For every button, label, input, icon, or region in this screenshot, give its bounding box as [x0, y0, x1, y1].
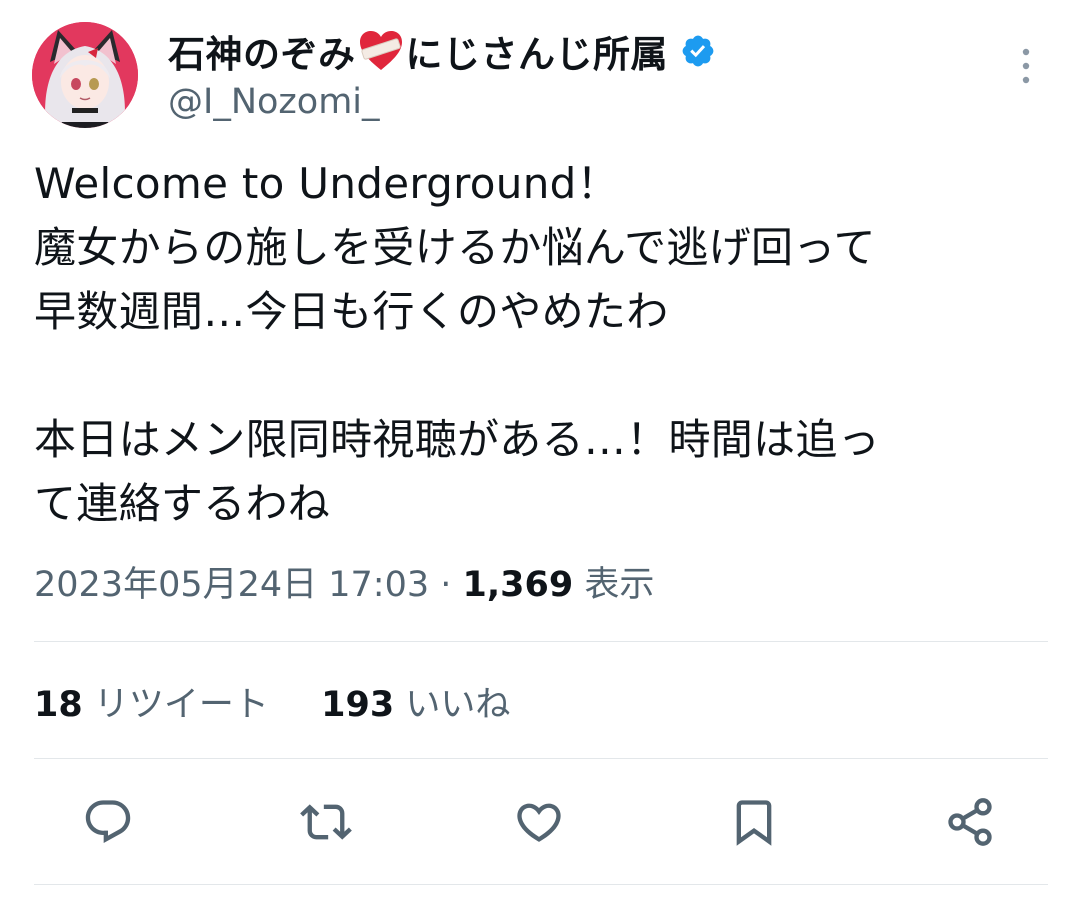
divider: [34, 884, 1048, 885]
more-vertical-icon[interactable]: [1012, 46, 1040, 86]
meta-separator: ·: [429, 565, 463, 605]
bandaged-heart-icon: [358, 30, 404, 72]
heart-icon: [517, 803, 561, 842]
avatar-image: [32, 22, 138, 128]
likes-label: いいね: [405, 685, 511, 725]
tweet-meta: 2023年05月24日 17:03 · 1,369 表示: [34, 556, 654, 607]
likes-count: 193: [321, 685, 395, 725]
divider: [34, 641, 1048, 642]
author-display-name[interactable]: 石神のぞみ: [168, 24, 356, 78]
retweets-label: リツイート: [93, 685, 269, 725]
share-icon: [948, 798, 992, 846]
tweet-text: Welcome to Underground！ 魔女からの施しを受けるか悩んで逃…: [34, 159, 881, 528]
views-label: 表示: [584, 565, 655, 605]
retweets-count: 18: [34, 685, 83, 725]
like-button[interactable]: [507, 790, 571, 854]
tweet-stats: 18 リツイート 193 いいね: [34, 676, 510, 727]
author-affiliation[interactable]: にじさんじ所属: [406, 24, 669, 78]
reply-icon: [85, 800, 131, 844]
divider: [34, 758, 1048, 759]
author-name-row[interactable]: 石神のぞみ にじさんじ所属: [168, 24, 716, 78]
verified-badge-icon: [680, 33, 716, 69]
views-count: 1,369: [462, 565, 574, 605]
avatar[interactable]: [32, 22, 138, 128]
tweet-timestamp[interactable]: 2023年05月24日 17:03: [34, 565, 429, 605]
reply-button[interactable]: [76, 790, 140, 854]
bookmark-button[interactable]: [722, 790, 786, 854]
retweet-icon: [300, 804, 352, 840]
author-handle[interactable]: @I_Nozomi_: [168, 82, 380, 122]
retweet-button[interactable]: [294, 790, 358, 854]
likes-stat[interactable]: 193 いいね: [321, 685, 510, 725]
retweets-stat[interactable]: 18 リツイート: [34, 685, 269, 725]
bookmark-icon: [736, 800, 772, 846]
share-button[interactable]: [938, 790, 1002, 854]
